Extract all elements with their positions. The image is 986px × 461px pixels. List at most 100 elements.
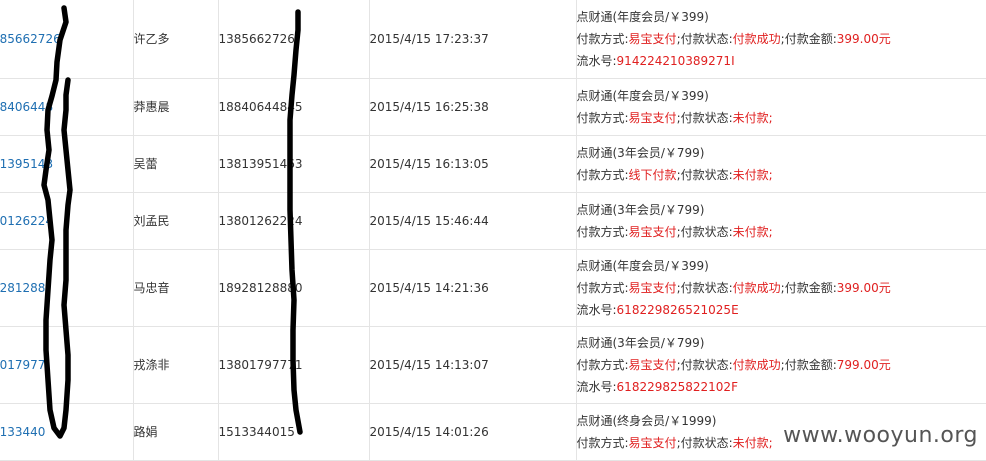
pay-method-label: 付款方式: — [577, 168, 629, 182]
account-link[interactable]: 88406448 — [0, 100, 133, 114]
order-detail-cell: 点财通(3年会员/￥799)付款方式:易宝支付;付款状态:未付款; — [576, 192, 986, 249]
phone-number: 18928128880 — [219, 281, 303, 295]
order-detail-cell: 点财通(年度会员/￥399)付款方式:易宝支付;付款状态:付款成功;付款金额:3… — [576, 249, 986, 326]
serial-label: 流水号: — [577, 380, 617, 394]
account-cell: 9281288 — [0, 249, 133, 326]
amount: 399.00元 — [837, 281, 891, 295]
serial-number: 618229825822102F — [617, 380, 738, 394]
phone-cell: 13801797771 — [218, 326, 369, 403]
name-cell: 许乙多 — [133, 0, 218, 78]
table-row: 8017977戎涤非 13801797771 2015/4/15 14:13:07 点… — [0, 326, 986, 403]
order-time: 2015/4/15 16:25:38 — [370, 100, 489, 114]
pay-method: 易宝支付 — [629, 111, 677, 125]
name-cell: 路娟 — [133, 403, 218, 460]
pay-method: 线下付款 — [629, 168, 677, 182]
phone-number: 13801797771 — [219, 358, 303, 372]
product-line: 点财通(年度会员/￥399) — [577, 85, 986, 107]
pay-method: 易宝支付 — [629, 225, 677, 239]
order-time: 2015/4/15 16:13:05 — [370, 157, 489, 171]
phone-cell: 18840644845 — [218, 78, 369, 135]
pay-status: 未付款; — [733, 436, 773, 450]
product-line: 点财通(3年会员/￥799) — [577, 332, 986, 354]
pay-method: 易宝支付 — [629, 281, 677, 295]
phone-cell: 13813951463 — [218, 135, 369, 192]
account-link[interactable]: 8017977 — [0, 358, 133, 372]
pay-status: 未付款; — [733, 111, 773, 125]
serial-label: 流水号: — [577, 54, 617, 68]
name-cell: 吴蕾 — [133, 135, 218, 192]
phone-number: 1513344015 — [219, 425, 295, 439]
payment-line: 付款方式:线下付款;付款状态:未付款; — [577, 164, 986, 186]
serial-label: 流水号: — [577, 303, 617, 317]
pay-status-label: ;付款状态: — [677, 358, 733, 372]
customer-name: 莽惠晨 — [134, 100, 170, 114]
time-cell: 2015/4/15 14:01:26 — [369, 403, 576, 460]
customer-name: 许乙多 — [134, 32, 170, 46]
table-row: 385662726许乙多 1385662726 2015/4/15 17:23:37… — [0, 0, 986, 78]
time-cell: 2015/4/15 14:13:07 — [369, 326, 576, 403]
account-cell: 80126224 — [0, 192, 133, 249]
orders-table-body: 385662726许乙多 1385662726 2015/4/15 17:23:37… — [0, 0, 986, 460]
order-time: 2015/4/15 14:01:26 — [370, 425, 489, 439]
time-cell: 2015/4/15 16:25:38 — [369, 78, 576, 135]
pay-method: 易宝支付 — [629, 32, 677, 46]
payment-line: 付款方式:易宝支付;付款状态:未付款; — [577, 107, 986, 129]
account-cell: 81395143 — [0, 135, 133, 192]
payment-line: 付款方式:易宝支付;付款状态:付款成功;付款金额:399.00元 — [577, 28, 986, 50]
order-time: 2015/4/15 14:13:07 — [370, 358, 489, 372]
product-line: 点财通(年度会员/￥399) — [577, 6, 986, 28]
phone-number: 1385662726 — [219, 32, 295, 46]
name-cell: 莽惠晨 — [133, 78, 218, 135]
phone-number: 13801262224 — [219, 214, 303, 228]
serial-line: 流水号:914224210389271I — [577, 50, 986, 72]
customer-name: 马忠音 — [134, 281, 170, 295]
phone-number: 13813951463 — [219, 157, 303, 171]
pay-method-label: 付款方式: — [577, 436, 629, 450]
amount: 399.00元 — [837, 32, 891, 46]
table-row: 81395143吴蕾13813951463 2015/4/15 16:13:05 点… — [0, 135, 986, 192]
product-line: 点财通(年度会员/￥399) — [577, 255, 986, 277]
account-link[interactable]: 9281288 — [0, 281, 133, 295]
pay-method: 易宝支付 — [629, 436, 677, 450]
account-link[interactable]: 5133440 — [0, 425, 133, 439]
amount: 799.00元 — [837, 358, 891, 372]
order-detail-cell: 点财通(3年会员/￥799)付款方式:线下付款;付款状态:未付款; — [576, 135, 986, 192]
order-detail-cell: 点财通(年度会员/￥399)付款方式:易宝支付;付款状态:付款成功;付款金额:3… — [576, 0, 986, 78]
account-link[interactable]: 81395143 — [0, 157, 133, 171]
order-time: 2015/4/15 15:46:44 — [370, 214, 489, 228]
customer-name: 路娟 — [134, 425, 158, 439]
phone-cell: 18928128880 — [218, 249, 369, 326]
name-cell: 马忠音 — [133, 249, 218, 326]
order-time: 2015/4/15 17:23:37 — [370, 32, 489, 46]
payment-line: 付款方式:易宝支付;付款状态:付款成功;付款金额:799.00元 — [577, 354, 986, 376]
time-cell: 2015/4/15 17:23:37 — [369, 0, 576, 78]
time-cell: 2015/4/15 14:21:36 — [369, 249, 576, 326]
pay-status-label: ;付款状态: — [677, 281, 733, 295]
name-cell: 戎涤非 — [133, 326, 218, 403]
account-cell: 88406448 — [0, 78, 133, 135]
pay-status-label: ;付款状态: — [677, 168, 733, 182]
pay-method-label: 付款方式: — [577, 111, 629, 125]
account-link[interactable]: 80126224 — [0, 214, 133, 228]
pay-status-label: ;付款状态: — [677, 32, 733, 46]
account-link[interactable]: 385662726 — [0, 32, 133, 46]
customer-name: 戎涤非 — [134, 358, 170, 372]
phone-number: 18840644845 — [219, 100, 303, 114]
table-row: 80126224刘孟民 13801262224 2015/4/15 15:46:44… — [0, 192, 986, 249]
pay-status: 付款成功 — [733, 32, 781, 46]
pay-method-label: 付款方式: — [577, 281, 629, 295]
order-detail-cell: 点财通(年度会员/￥399)付款方式:易宝支付;付款状态:未付款; — [576, 78, 986, 135]
watermark: www.wooyun.org — [783, 423, 978, 448]
customer-name: 刘孟民 — [134, 214, 170, 228]
amount-label: ;付款金额: — [781, 281, 837, 295]
table-row: 9281288马忠音 18928128880 2015/4/15 14:21:36 点… — [0, 249, 986, 326]
pay-status: 未付款; — [733, 168, 773, 182]
pay-status: 未付款; — [733, 225, 773, 239]
serial-line: 流水号:618229825822102F — [577, 376, 986, 398]
phone-cell: 1513344015 — [218, 403, 369, 460]
pay-status-label: ;付款状态: — [677, 225, 733, 239]
order-detail-cell: 点财通(3年会员/￥799)付款方式:易宝支付;付款状态:付款成功;付款金额:7… — [576, 326, 986, 403]
order-time: 2015/4/15 14:21:36 — [370, 281, 489, 295]
account-cell: 385662726 — [0, 0, 133, 78]
serial-number: 618229826521025E — [617, 303, 739, 317]
